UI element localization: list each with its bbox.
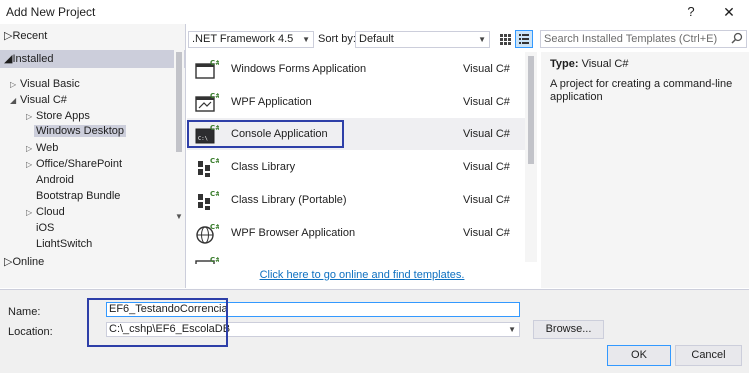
expand-arrow-icon: ▷ — [10, 80, 17, 89]
tree-item-bootstrap-bundle[interactable]: Bootstrap Bundle — [36, 190, 120, 202]
tree-item-android[interactable]: Android — [36, 174, 74, 186]
tree-node-label: Installed — [12, 53, 54, 65]
partial-template-icon: C# — [195, 256, 219, 264]
expand-arrow-icon: ▷ — [26, 144, 33, 153]
window-title: Add New Project — [6, 5, 96, 19]
template-row-windows-forms[interactable]: C# Windows Forms Application Visual C# — [187, 53, 525, 85]
tree-item-windows-desktop[interactable]: Windows Desktop — [34, 125, 127, 137]
svg-text:C#: C# — [210, 256, 219, 264]
tree-node-recent[interactable]: ▷Recent — [0, 27, 185, 45]
svg-text:C#: C# — [210, 190, 219, 198]
template-language: Visual C# — [463, 227, 510, 239]
browse-button[interactable]: Browse... — [533, 320, 604, 339]
class-library-icon: C# — [198, 157, 219, 177]
template-language: Visual C# — [463, 128, 510, 140]
console-icon: C:\ C# — [195, 124, 219, 144]
sort-by-label: Sort by: — [318, 33, 356, 45]
template-language: Visual C# — [463, 194, 510, 206]
tree-item-ios[interactable]: iOS — [36, 222, 54, 234]
template-description: A project for creating a command-line ap… — [550, 78, 733, 103]
svg-text:C#: C# — [210, 92, 219, 100]
template-row-partial[interactable]: C# — [187, 250, 525, 264]
location-label: Location: — [8, 326, 53, 338]
template-name: WPF Application — [231, 96, 312, 108]
help-button[interactable]: ? — [681, 2, 701, 22]
list-view-button[interactable] — [515, 30, 533, 48]
location-input[interactable]: C:\_cshp\EF6_EscolaDB ▼ — [106, 322, 520, 337]
tree-item-visual-basic[interactable]: ▷ Visual Basic — [10, 78, 80, 90]
type-label: Type: — [550, 58, 579, 70]
title-bar — [0, 0, 749, 24]
template-language: Visual C# — [463, 161, 510, 173]
wpf-icon: C# — [195, 92, 219, 112]
online-templates-link[interactable]: Click here to go online and find templat… — [260, 269, 465, 281]
type-value: Visual C# — [581, 58, 629, 70]
template-row-console-application[interactable]: C:\ C# Console Application Visual C# — [187, 118, 525, 150]
template-tree: ▷Recent ◢Installed ▷ Visual Basic ◢ Visual… — [0, 24, 186, 288]
svg-text:C#: C# — [210, 124, 219, 132]
chevron-down-icon: ▼ — [302, 35, 310, 44]
tree-scrollbar-thumb[interactable] — [176, 52, 182, 152]
tree-item-office-sharepoint[interactable]: ▷ Office/SharePoint — [26, 158, 122, 170]
template-row-wpf[interactable]: C# WPF Application Visual C# — [187, 86, 525, 118]
svg-text:C:\: C:\ — [198, 136, 208, 142]
tree-node-installed[interactable]: ◢Installed — [0, 50, 185, 68]
template-name: Windows Forms Application — [231, 63, 367, 75]
chevron-down-icon[interactable]: ▼ — [508, 323, 516, 336]
framework-select[interactable]: .NET Framework 4.5 ▼ — [188, 31, 314, 48]
expand-arrow-icon: ▷ — [26, 160, 33, 169]
template-row-wpf-browser[interactable]: C# WPF Browser Application Visual C# — [187, 217, 525, 249]
template-list-scrollbar-thumb[interactable] — [528, 56, 534, 164]
project-name-input[interactable]: EF6_TestandoCorrencia — [106, 302, 520, 317]
tree-node-label: Online — [12, 256, 45, 268]
tree-item-visual-csharp[interactable]: ◢ Visual C# — [10, 94, 67, 106]
online-templates-link-row: Click here to go online and find templat… — [187, 264, 537, 286]
search-icon — [731, 32, 743, 44]
tree-item-store-apps[interactable]: ▷ Store Apps — [26, 110, 90, 122]
sort-select[interactable]: Default ▼ — [355, 31, 490, 48]
tree-item-lightswitch[interactable]: LightSwitch — [36, 238, 92, 247]
windows-forms-icon: C# — [195, 59, 219, 79]
search-input[interactable]: Search Installed Templates (Ctrl+E) — [540, 30, 747, 48]
grid-view-button[interactable] — [496, 30, 514, 48]
collapse-arrow-icon: ◢ — [10, 96, 17, 105]
template-language: Visual C# — [463, 96, 510, 108]
list-view-icon — [519, 34, 529, 44]
template-name: Class Library (Portable) — [231, 194, 347, 206]
cancel-button[interactable]: Cancel — [675, 345, 742, 366]
expand-arrow-icon: ▷ — [26, 112, 33, 121]
name-label: Name: — [8, 306, 41, 318]
template-language: Visual C# — [463, 63, 510, 75]
grid-view-icon — [500, 34, 511, 45]
tree-item-web[interactable]: ▷ Web — [26, 142, 58, 154]
tree-item-cloud[interactable]: ▷ Cloud — [26, 206, 65, 218]
svg-text:C#: C# — [210, 157, 219, 165]
svg-text:C#: C# — [210, 223, 219, 231]
chevron-down-icon: ▼ — [478, 35, 486, 44]
template-row-class-library[interactable]: C# Class Library Visual C# — [187, 151, 525, 183]
template-name: Class Library — [231, 161, 296, 173]
wpf-browser-icon: C# — [196, 223, 219, 244]
portable-library-icon: C# — [198, 190, 219, 210]
tree-node-online[interactable]: ▷Online — [0, 253, 185, 271]
ok-button[interactable]: OK — [607, 345, 671, 366]
template-list: C# Windows Forms Application Visual C# C… — [187, 52, 537, 288]
type-line: Type: Visual C# — [550, 58, 628, 70]
template-name: Console Application — [231, 128, 328, 140]
scroll-down-icon[interactable]: ▼ — [173, 212, 185, 224]
tree-node-label: Recent — [12, 30, 48, 42]
template-row-class-library-portable[interactable]: C# Class Library (Portable) Visual C# — [187, 184, 525, 216]
svg-text:C#: C# — [210, 59, 219, 67]
template-name: WPF Browser Application — [231, 227, 356, 239]
close-button[interactable]: ✕ — [718, 2, 740, 22]
expand-arrow-icon: ▷ — [26, 208, 33, 217]
